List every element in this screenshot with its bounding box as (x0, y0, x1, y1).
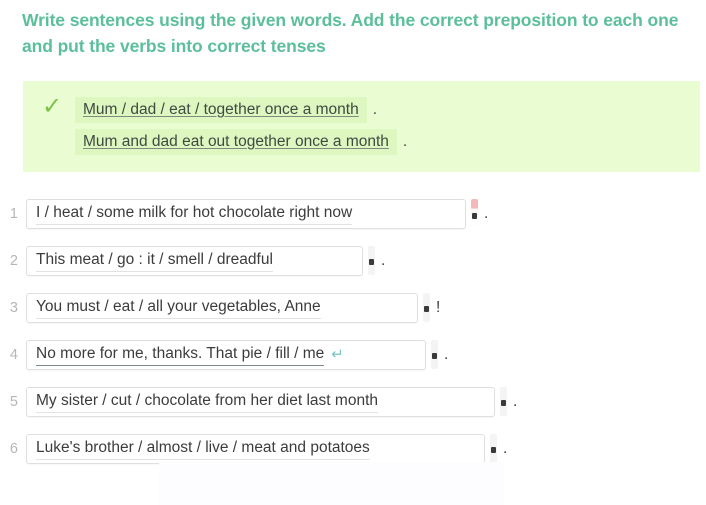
page-footer-area (159, 462, 504, 505)
row-number: 3 (9, 299, 18, 316)
exercise-page: Write sentences using the given words. A… (0, 0, 706, 505)
row-punctuation-5: . (513, 392, 518, 410)
example-prompt-text: Mum / dad / eat / together once a month (75, 97, 367, 123)
exercise-item-list: 1 I / heat / some milk for hot chocolate… (0, 190, 706, 472)
answer-input-6-value: Luke's brother / almost / live / meat an… (36, 438, 370, 460)
example-answer-line: Mum and dad eat out together once a mont… (75, 129, 407, 155)
answer-input-5[interactable]: My sister / cut / chocolate from her die… (26, 386, 495, 417)
enter-return-icon[interactable]: ↵ (331, 346, 344, 363)
row-number: 2 (9, 252, 18, 269)
answer-input-4[interactable]: No more for me, thanks. That pie / fill … (26, 339, 426, 370)
scrollbar-thumb[interactable] (424, 306, 429, 312)
example-answer-block: ✓ Mum / dad / eat / together once a mont… (23, 81, 700, 172)
scrollbar-5[interactable] (500, 387, 507, 416)
example-answer-punctuation: . (402, 133, 408, 150)
row-number: 1 (9, 205, 18, 222)
answer-input-3[interactable]: You must / eat / all your vegetables, An… (26, 292, 418, 323)
row-punctuation-1: . (484, 204, 489, 222)
answer-input-4-value: No more for me, thanks. That pie / fill … (36, 344, 325, 366)
row-number: 6 (9, 440, 18, 457)
exercise-row: 3 You must / eat / all your vegetables, … (0, 284, 706, 331)
exercise-row: 5 My sister / cut / chocolate from her d… (0, 378, 706, 425)
scrollbar-thumb[interactable] (491, 447, 496, 453)
answer-input-2-value: This meat / go : it / smell / dreadful (36, 250, 273, 272)
example-prompt-punctuation: . (372, 101, 378, 118)
answer-input-5-value: My sister / cut / chocolate from her die… (36, 391, 378, 413)
scrollbar-2[interactable] (368, 246, 375, 275)
example-answer-text: Mum and dad eat out together once a mont… (75, 129, 397, 155)
answer-input-1[interactable]: I / heat / some milk for hot chocolate r… (26, 198, 466, 229)
row-number: 4 (9, 346, 18, 363)
answer-input-6[interactable]: Luke's brother / almost / live / meat an… (26, 433, 485, 464)
answer-input-1-value: I / heat / some milk for hot chocolate r… (36, 203, 353, 225)
example-prompt-line: Mum / dad / eat / together once a month … (75, 97, 377, 123)
exercise-row: 4 No more for me, thanks. That pie / fil… (0, 331, 706, 378)
row-punctuation-2: . (381, 251, 386, 269)
scrollbar-3[interactable] (423, 293, 430, 322)
scrollbar-thumb[interactable] (472, 213, 477, 219)
scrollbar-6[interactable] (490, 434, 497, 463)
scrollbar-1[interactable] (471, 199, 478, 228)
exercise-row: 2 This meat / go : it / smell / dreadful… (0, 237, 706, 284)
page-title: Write sentences using the given words. A… (22, 10, 679, 56)
scrollbar-thumb[interactable] (501, 400, 506, 406)
exercise-row: 1 I / heat / some milk for hot chocolate… (0, 190, 706, 237)
row-number: 5 (9, 393, 18, 410)
row-punctuation-6: . (503, 439, 508, 457)
scrollbar-4[interactable] (431, 340, 438, 369)
row-punctuation-3: ! (436, 298, 441, 316)
answer-input-2[interactable]: This meat / go : it / smell / dreadful (26, 245, 363, 276)
scrollbar-thumb[interactable] (432, 353, 437, 359)
row-punctuation-4: . (444, 345, 449, 363)
scrollbar-thumb[interactable] (369, 259, 374, 265)
answer-input-3-value: You must / eat / all your vegetables, An… (36, 297, 321, 319)
check-icon: ✓ (41, 93, 63, 120)
